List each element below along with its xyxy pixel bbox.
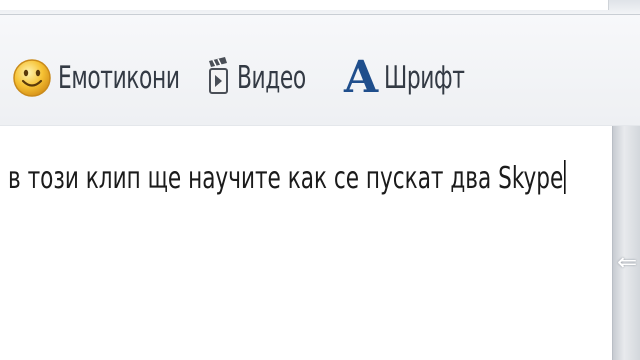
arrow-left-icon[interactable]: ⇐ — [617, 248, 637, 276]
smiley-icon — [12, 58, 52, 98]
message-text: в този клип ще научите как се пускат два… — [8, 161, 564, 196]
window-top-edge — [0, 0, 640, 15]
video-label: Видео — [237, 60, 306, 96]
window-top-highlight — [0, 0, 609, 10]
vertical-scrollbar[interactable]: ⇐ — [612, 126, 640, 360]
text-caret — [564, 160, 566, 194]
emoticons-label: Емотикони — [58, 60, 180, 96]
video-button[interactable]: Видео — [205, 48, 325, 108]
font-button[interactable]: A Шрифт — [344, 48, 487, 108]
font-label: Шрифт — [384, 60, 465, 96]
message-input[interactable]: в този клип ще научите как се пускат два… — [0, 126, 612, 360]
font-a-icon: A — [344, 52, 379, 103]
message-toolbar: Емотикони Видео A Шрифт — [0, 15, 640, 126]
message-text-line: в този клип ще научите как се пускат два… — [8, 160, 566, 196]
video-clapper-icon — [205, 55, 231, 101]
emoticons-button[interactable]: Емотикони — [12, 48, 214, 108]
